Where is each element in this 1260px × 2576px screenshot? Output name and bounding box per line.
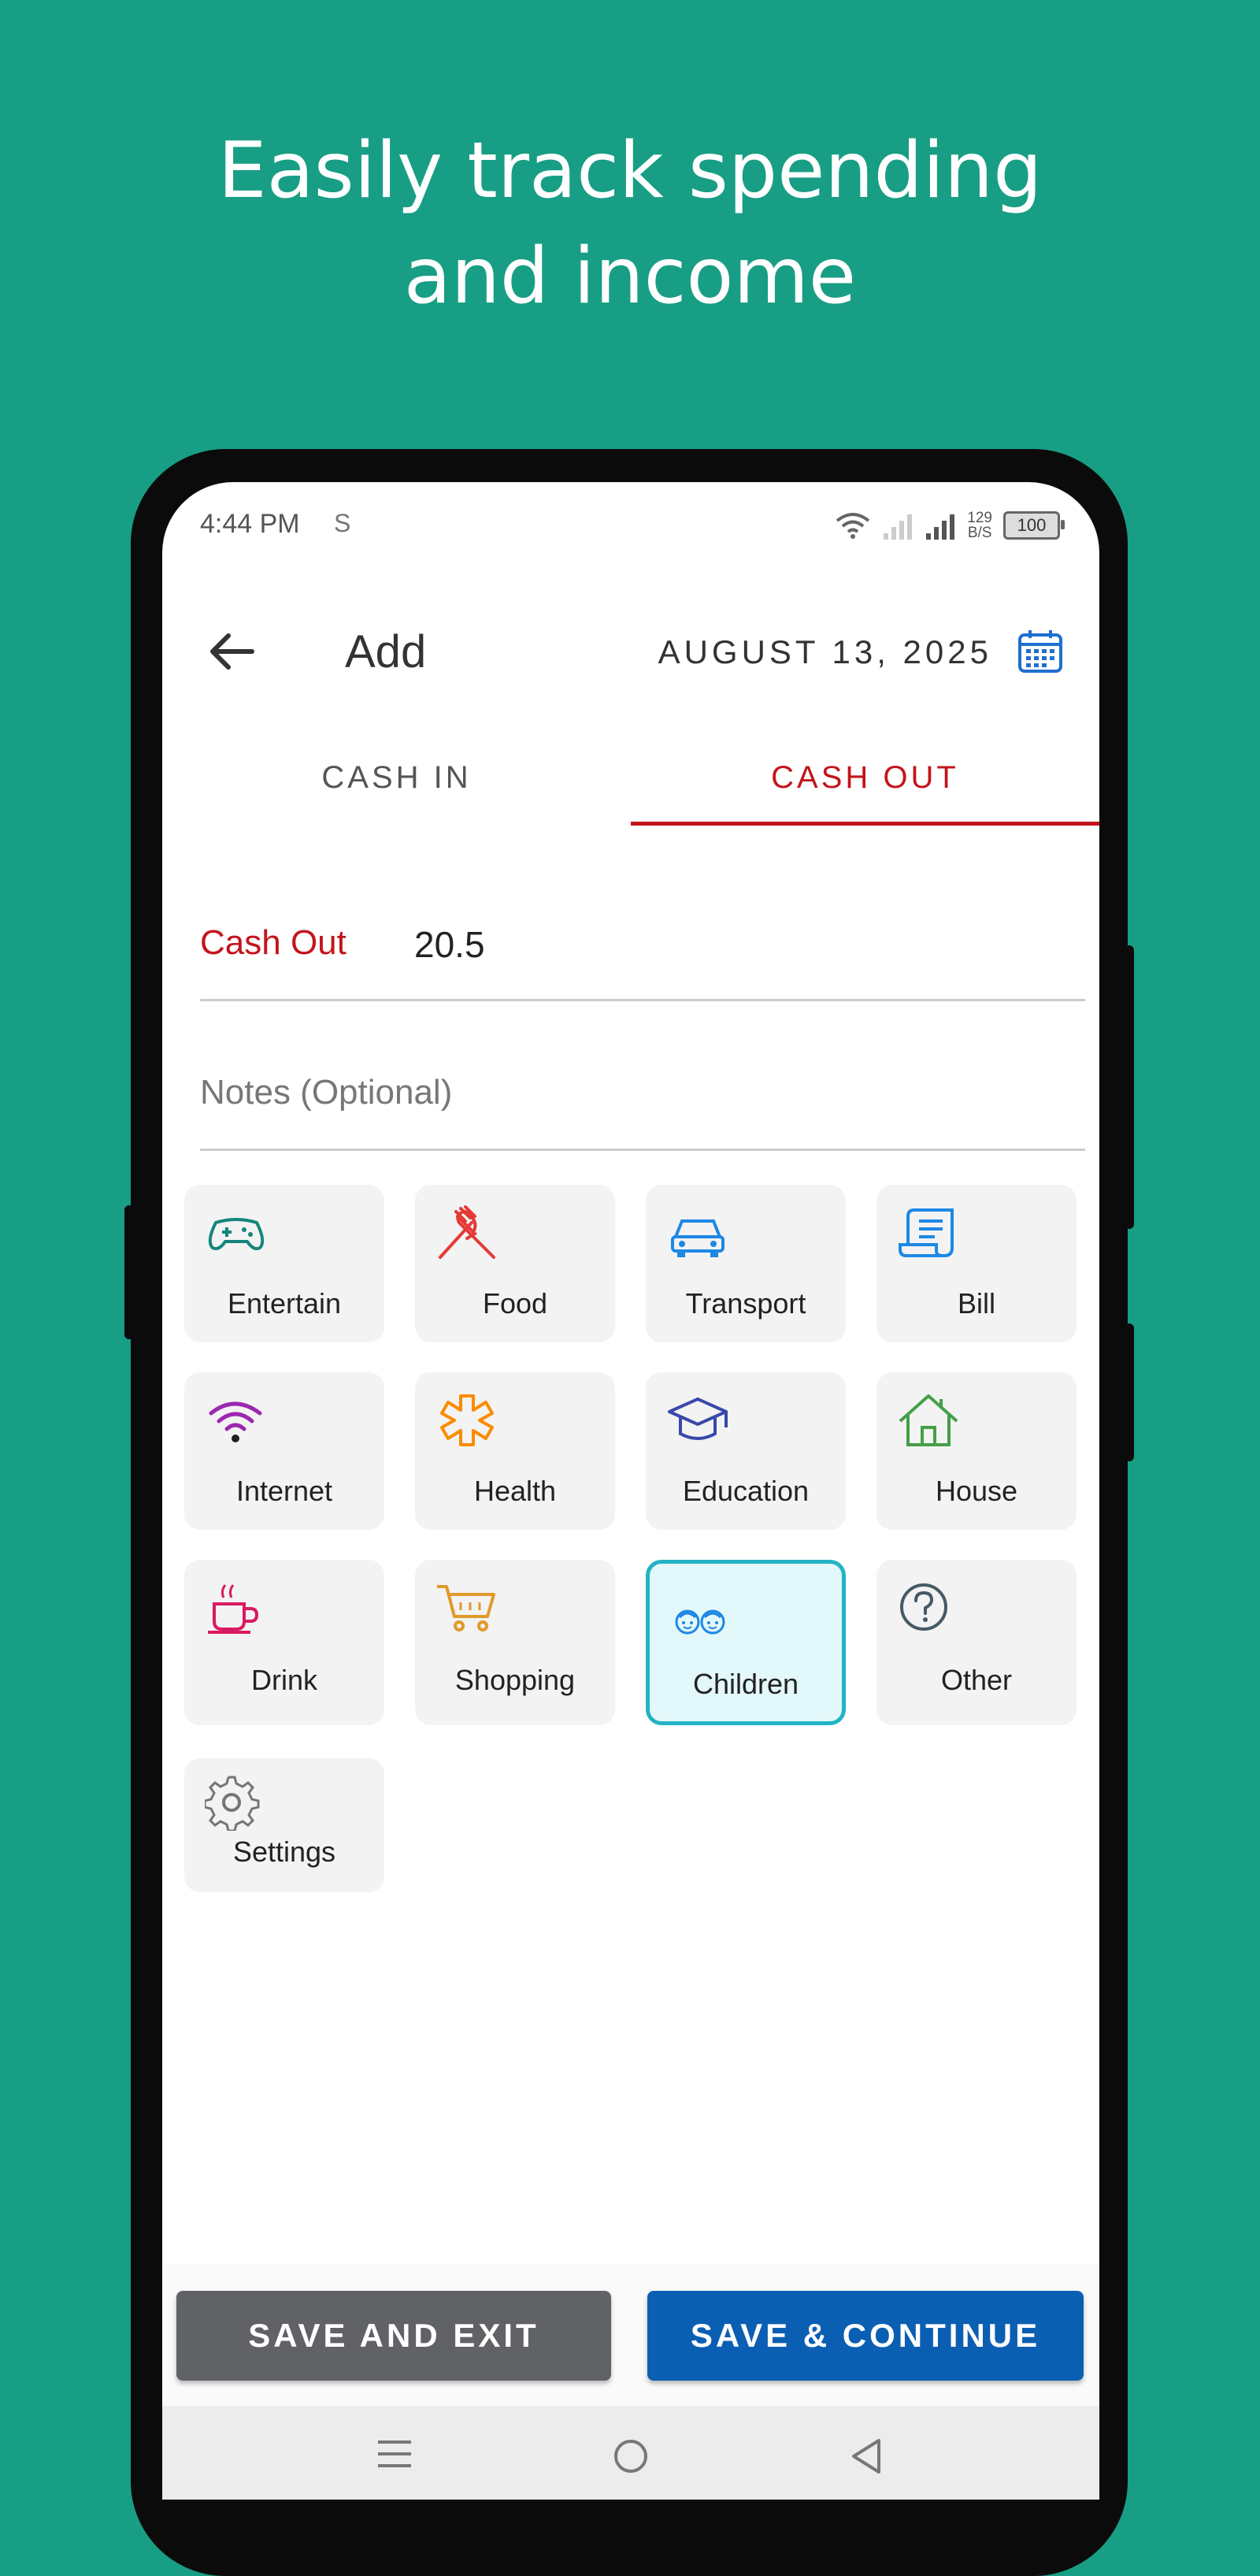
graduation-cap-icon [668,1397,728,1440]
cash-out-label: Cash Out [200,923,346,962]
sync-icon: S [334,509,351,537]
battery-icon: 100 [1003,511,1065,540]
save-and-continue-button[interactable]: SAVE & CONTINUE [647,2291,1084,2381]
category-other[interactable]: Other [876,1560,1077,1725]
headline-line-1: Easily track spending [217,126,1043,216]
net-speed-unit: B/S [967,525,992,541]
back-triangle-icon[interactable] [847,2437,885,2475]
promo-headline: Easily track spending and income [0,118,1260,329]
signal-weak-icon [884,514,913,540]
car-icon [671,1219,724,1257]
calendar-icon[interactable] [1016,627,1065,676]
tab-bar: CASH IN CASH OUT [162,734,1099,826]
system-nav-bar [162,2406,1099,2500]
question-icon [900,1583,947,1631]
headline-line-2: and income [403,232,857,321]
status-indicators: 129 B/S 100 [835,506,1065,545]
selected-date[interactable]: AUGUST 13, 2025 [658,633,992,671]
category-house[interactable]: House [876,1372,1077,1530]
net-speed-value: 129 [967,510,992,526]
recents-menu-icon[interactable] [375,2437,414,2470]
fork-knife-icon [439,1205,495,1259]
house-icon [899,1394,958,1446]
category-label: House [935,1475,1018,1507]
category-education[interactable]: Education [646,1372,846,1530]
category-label: Drink [250,1664,317,1696]
category-label: Internet [235,1475,333,1507]
category-label: Children [692,1668,799,1700]
category-children[interactable]: Children [646,1560,846,1725]
notes-field[interactable]: Notes (Optional) [200,1041,1085,1151]
back-arrow-icon[interactable] [205,624,260,679]
category-drink[interactable]: Drink [184,1560,384,1725]
category-shopping[interactable]: Shopping [415,1560,615,1725]
category-entertain[interactable]: Entertain [184,1185,384,1342]
battery-level: 100 [1017,515,1047,535]
save-and-exit-button[interactable]: SAVE AND EXIT [176,2291,611,2381]
category-label: Food [482,1287,548,1320]
page-title: Add [345,626,427,677]
category-settings[interactable]: Settings [184,1758,384,1892]
status-bar: 4:44 PM S 129 B/S 100 [162,482,1099,577]
cash-out-input[interactable]: 20.5 [414,923,485,966]
category-food[interactable]: Food [415,1185,615,1342]
net-speed: 129 B/S [967,510,992,540]
action-bar: SAVE AND EXIT SAVE & CONTINUE [162,2264,1099,2406]
phone-screen: 4:44 PM S 129 B/S 100 Add AUGUST 13, 202… [162,482,1099,2500]
health-icon [440,1394,494,1446]
category-label: Transport [685,1287,806,1320]
active-tab-indicator [631,822,1099,826]
gamepad-icon [208,1218,265,1250]
phone-side-button-left [124,1205,134,1339]
category-label: Other [940,1664,1013,1696]
phone-side-button-right-1 [1125,945,1134,1229]
category-label: Education [682,1475,810,1507]
phone-side-button-right-2 [1125,1323,1134,1461]
category-label: Health [473,1475,557,1507]
category-bill[interactable]: Bill [876,1185,1077,1342]
cart-icon [437,1585,495,1631]
gear-icon [205,1776,260,1831]
category-internet[interactable]: Internet [184,1372,384,1530]
children-icon [675,1609,725,1635]
cash-out-field[interactable]: Cash Out 20.5 [200,892,1085,1001]
home-circle-icon[interactable] [611,2437,650,2475]
wifi-status-icon [836,513,870,539]
category-label: Bill [957,1287,995,1320]
tab-cash-out[interactable]: CASH OUT [631,734,1099,826]
tab-cash-in[interactable]: CASH IN [162,734,631,826]
coffee-cup-icon [208,1584,259,1634]
category-transport[interactable]: Transport [646,1185,846,1342]
category-health[interactable]: Health [415,1372,615,1530]
signal-strong-icon [926,514,955,540]
status-time: 4:44 PM [200,509,300,539]
category-label: Entertain [227,1287,342,1320]
category-label: Shopping [454,1664,576,1696]
app-header: Add AUGUST 13, 2025 [162,600,1099,695]
notes-input[interactable]: Notes (Optional) [200,1073,452,1112]
receipt-icon [899,1208,954,1257]
category-label: Settings [232,1835,336,1868]
wifi-icon [209,1401,262,1442]
